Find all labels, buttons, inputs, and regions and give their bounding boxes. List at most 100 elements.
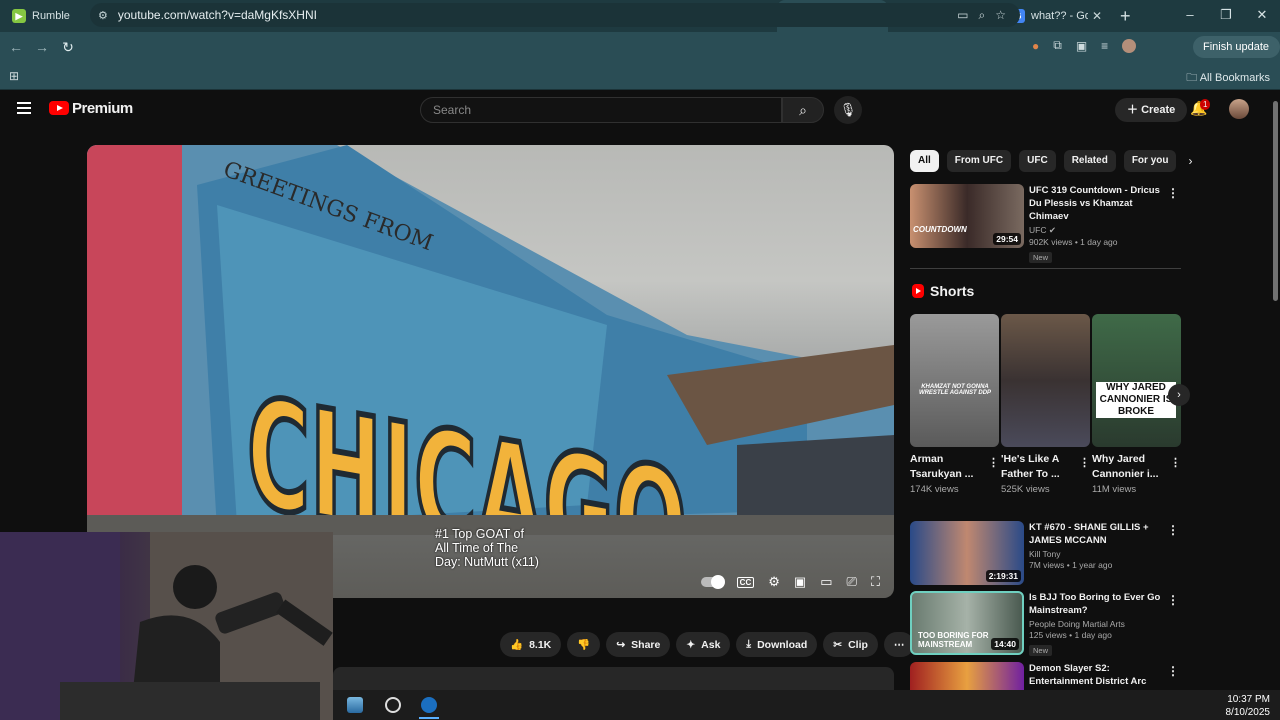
- zoom-icon[interactable]: ⌕: [979, 8, 986, 23]
- shorts-heading: Shorts: [912, 283, 974, 299]
- obs-icon[interactable]: [385, 697, 401, 713]
- video-title[interactable]: KT #670 - SHANE GILLIS + JAMES MCCANN: [1029, 521, 1167, 547]
- filter-chip[interactable]: Related: [1063, 150, 1116, 172]
- video-thumbnail[interactable]: TOO BORING FOR MAINSTREAM 14:40: [910, 591, 1024, 655]
- video-player[interactable]: GREETINGS FROM CHICAGO #1 Top GOAT of Al…: [87, 145, 894, 598]
- recommended-video[interactable]: TOO BORING FOR MAINSTREAM 14:40 Is BJJ T…: [910, 591, 1185, 657]
- channel-name[interactable]: UFC ✔: [1029, 225, 1167, 236]
- steam-icon[interactable]: [421, 697, 437, 713]
- forward-button[interactable]: →: [29, 39, 55, 55]
- clip-button[interactable]: ✂ Clip: [823, 632, 878, 657]
- dislike-button[interactable]: 👎: [567, 632, 601, 657]
- video-thumbnail[interactable]: COUNTDOWN 29:54: [910, 184, 1024, 248]
- video-thumbnail[interactable]: [910, 662, 1024, 690]
- filter-chip[interactable]: From UFC: [946, 150, 1012, 172]
- more-options-icon[interactable]: ⋮: [988, 456, 999, 469]
- reload-button[interactable]: ↻: [55, 39, 81, 56]
- search-button[interactable]: ⌕: [782, 97, 824, 123]
- download-button[interactable]: ⤓ Download: [736, 632, 818, 657]
- short-thumbnail[interactable]: KHAMZAT NOT GONNA WRESTLE AGAINST DDP: [910, 314, 999, 447]
- short-thumbnail[interactable]: [1001, 314, 1090, 447]
- omnibox-actions: ▭ ⌕ ☆: [957, 8, 1006, 23]
- all-bookmarks-button[interactable]: 🗀 All Bookmarks: [1186, 69, 1270, 88]
- miniplayer-icon[interactable]: ▣: [794, 574, 806, 590]
- autoplay-toggle[interactable]: [700, 575, 725, 589]
- shorts-next-button[interactable]: ›: [1168, 384, 1190, 406]
- youtube-brand[interactable]: Premium: [72, 100, 133, 117]
- short-caption: WHY JARED CANNONIER IS BROKE: [1096, 382, 1176, 418]
- short-title[interactable]: 'He's Like A Father To ...: [1001, 452, 1075, 482]
- scissors-icon: ✂: [833, 638, 843, 651]
- more-options-icon[interactable]: ⋮: [1167, 186, 1179, 200]
- share-button[interactable]: ↪ Share: [606, 632, 671, 657]
- file-explorer-icon[interactable]: [347, 697, 363, 713]
- captions-icon[interactable]: CC: [736, 576, 755, 588]
- ask-label: Ask: [701, 638, 721, 651]
- more-options-icon[interactable]: ⋮: [1079, 456, 1090, 469]
- new-tab-button[interactable]: +: [1120, 6, 1131, 27]
- clock-date: 8/10/2025: [1225, 707, 1271, 718]
- settings-gear-icon[interactable]: ⚙: [768, 574, 780, 590]
- minimize-button[interactable]: –: [1172, 0, 1208, 32]
- restore-button[interactable]: ❐: [1208, 0, 1244, 32]
- side-panel-icon[interactable]: ▣: [1076, 39, 1087, 53]
- youtube-logo-icon[interactable]: [49, 101, 69, 115]
- address-bar[interactable]: ⚙ youtube.com/watch?v=daMgKfsXHNI ▭ ⌕ ☆: [90, 3, 1020, 27]
- menu-hamburger-icon[interactable]: [17, 102, 31, 114]
- finish-update-button[interactable]: Finish update ⋮: [1193, 36, 1280, 75]
- bookmark-star-icon[interactable]: ☆: [995, 8, 1006, 23]
- channel-name[interactable]: People Doing Martial Arts: [1029, 619, 1167, 629]
- install-app-icon[interactable]: ▭: [957, 8, 968, 23]
- video-title[interactable]: UFC 319 Countdown - Dricus Du Plessis vs…: [1029, 184, 1167, 223]
- ask-button[interactable]: ✦ Ask: [676, 632, 731, 657]
- back-button[interactable]: ←: [3, 39, 29, 55]
- site-info-icon[interactable]: ⚙: [98, 9, 108, 22]
- recommended-video[interactable]: Demon Slayer S2: Entertainment District …: [910, 662, 1185, 690]
- window-controls: – ❐ ✕: [1172, 0, 1280, 32]
- apps-grid-icon[interactable]: ⊞: [9, 69, 19, 83]
- video-duration: 14:40: [991, 638, 1019, 650]
- overlay-line-3: Day: NutMutt (x11): [435, 555, 539, 569]
- webcam-overlay: [0, 532, 333, 720]
- media-control-icon[interactable]: ≡: [1101, 39, 1108, 53]
- page-scrollbar[interactable]: [1271, 91, 1280, 690]
- share-icon: ↪: [616, 638, 626, 651]
- theater-mode-icon[interactable]: ▭: [820, 574, 832, 590]
- description-box[interactable]: [333, 667, 894, 692]
- scrollbar-thumb[interactable]: [1273, 101, 1278, 301]
- like-button[interactable]: 👍 8.1K: [500, 632, 562, 657]
- search-input[interactable]: Search: [420, 97, 782, 123]
- clock-time: 10:37 PM: [1227, 694, 1270, 705]
- extension-icon[interactable]: ●: [1032, 39, 1039, 53]
- voice-search-button[interactable]: 🎙: [834, 96, 862, 124]
- filter-chip[interactable]: UFC: [1019, 150, 1056, 172]
- video-title[interactable]: Is BJJ Too Boring to Ever Go Mainstream?: [1029, 591, 1167, 617]
- cast-icon[interactable]: ⎚: [846, 574, 856, 590]
- extensions-puzzle-icon[interactable]: ⧉: [1053, 38, 1062, 53]
- short-title[interactable]: Why Jared Cannonier i...: [1092, 452, 1166, 482]
- recommended-video[interactable]: 2:19:31 KT #670 - SHANE GILLIS + JAMES M…: [910, 521, 1185, 587]
- short-card[interactable]: KHAMZAT NOT GONNA WRESTLE AGAINST DDP Ar…: [910, 314, 999, 495]
- more-options-icon[interactable]: ⋮: [1167, 523, 1179, 537]
- more-options-icon[interactable]: ⋮: [1170, 456, 1181, 469]
- short-thumbnail[interactable]: WHY JARED CANNONIER IS BROKE: [1092, 314, 1181, 447]
- tab-close-icon[interactable]: ✕: [1092, 9, 1102, 23]
- chips-next-chevron-icon[interactable]: ›: [1188, 154, 1192, 168]
- short-card[interactable]: WHY JARED CANNONIER IS BROKE Why Jared C…: [1092, 314, 1181, 495]
- channel-name[interactable]: Kill Tony: [1029, 549, 1167, 559]
- recommended-video[interactable]: COUNTDOWN 29:54 UFC 319 Countdown - Dric…: [910, 184, 1185, 263]
- more-options-icon[interactable]: ⋮: [1167, 593, 1179, 607]
- more-options-icon[interactable]: ⋮: [1167, 664, 1179, 678]
- create-button[interactable]: ＋ Create: [1115, 98, 1188, 122]
- profile-avatar-icon[interactable]: [1122, 38, 1137, 53]
- filter-chip[interactable]: All: [910, 150, 939, 172]
- video-title[interactable]: Demon Slayer S2: Entertainment District …: [1029, 662, 1167, 690]
- system-clock[interactable]: 10:37 PM 8/10/2025: [1226, 693, 1271, 719]
- fullscreen-icon[interactable]: ⛶: [871, 574, 880, 590]
- filter-chip[interactable]: For you: [1123, 150, 1177, 172]
- short-title[interactable]: Arman Tsarukyan ...: [910, 452, 984, 482]
- short-card[interactable]: 'He's Like A Father To ... 525K views ⋮: [1001, 314, 1090, 495]
- video-thumbnail[interactable]: 2:19:31: [910, 521, 1024, 585]
- close-window-button[interactable]: ✕: [1244, 0, 1280, 32]
- account-avatar[interactable]: [1229, 99, 1249, 119]
